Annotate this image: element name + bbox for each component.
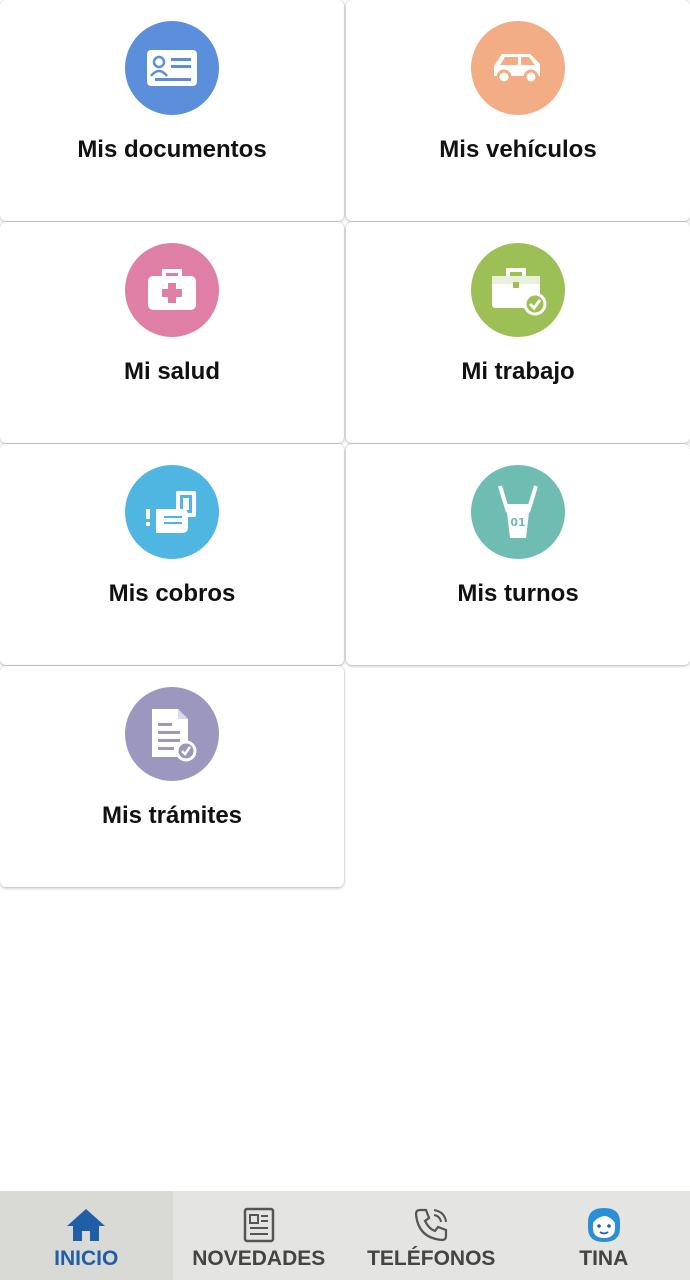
- svg-text:01: 01: [510, 516, 525, 529]
- menu-card-salud[interactable]: Mi salud: [0, 222, 344, 443]
- home-icon: [65, 1205, 107, 1245]
- tab-label: NOVEDADES: [192, 1247, 326, 1270]
- menu-card-label: Mis turnos: [457, 580, 579, 607]
- menu-card-vehiculos[interactable]: Mis vehículos: [346, 0, 690, 221]
- document-check-icon: [125, 687, 219, 781]
- briefcase-check-icon: [471, 243, 565, 337]
- tab-label: INICIO: [54, 1247, 119, 1270]
- menu-card-label: Mis cobros: [108, 580, 236, 607]
- phone-icon: [412, 1205, 450, 1245]
- menu-card-tramites[interactable]: Mis trámites: [0, 666, 344, 887]
- ticket-number-icon: 01: [471, 465, 565, 559]
- menu-card-documentos[interactable]: Mis documentos: [0, 0, 344, 221]
- tina-avatar-icon: [584, 1205, 624, 1245]
- menu-card-trabajo[interactable]: Mi trabajo: [346, 222, 690, 443]
- medical-kit-icon: [125, 243, 219, 337]
- menu-card-label: Mis trámites: [101, 802, 243, 829]
- menu-card-label: Mi salud: [123, 358, 220, 385]
- tab-label: TINA: [579, 1247, 629, 1270]
- newspaper-icon: [241, 1205, 277, 1245]
- tab-tina[interactable]: TINA: [518, 1191, 690, 1280]
- bottom-tab-bar: INICIO NOVEDADES TELÉFONOS TINA: [0, 1191, 690, 1280]
- menu-card-cobros[interactable]: Mis cobros: [0, 444, 344, 665]
- tab-label: TELÉFONOS: [367, 1247, 496, 1270]
- menu-card-label: Mis documentos: [77, 136, 267, 163]
- menu-card-turnos[interactable]: 01 Mis turnos: [346, 444, 690, 665]
- hand-money-icon: [125, 465, 219, 559]
- id-card-icon: [125, 21, 219, 115]
- menu-card-label: Mis vehículos: [439, 136, 597, 163]
- tab-telefonos[interactable]: TELÉFONOS: [345, 1191, 518, 1280]
- menu-card-label: Mi trabajo: [461, 358, 575, 385]
- tab-novedades[interactable]: NOVEDADES: [173, 1191, 346, 1280]
- tab-inicio[interactable]: INICIO: [0, 1191, 173, 1280]
- car-icon: [471, 21, 565, 115]
